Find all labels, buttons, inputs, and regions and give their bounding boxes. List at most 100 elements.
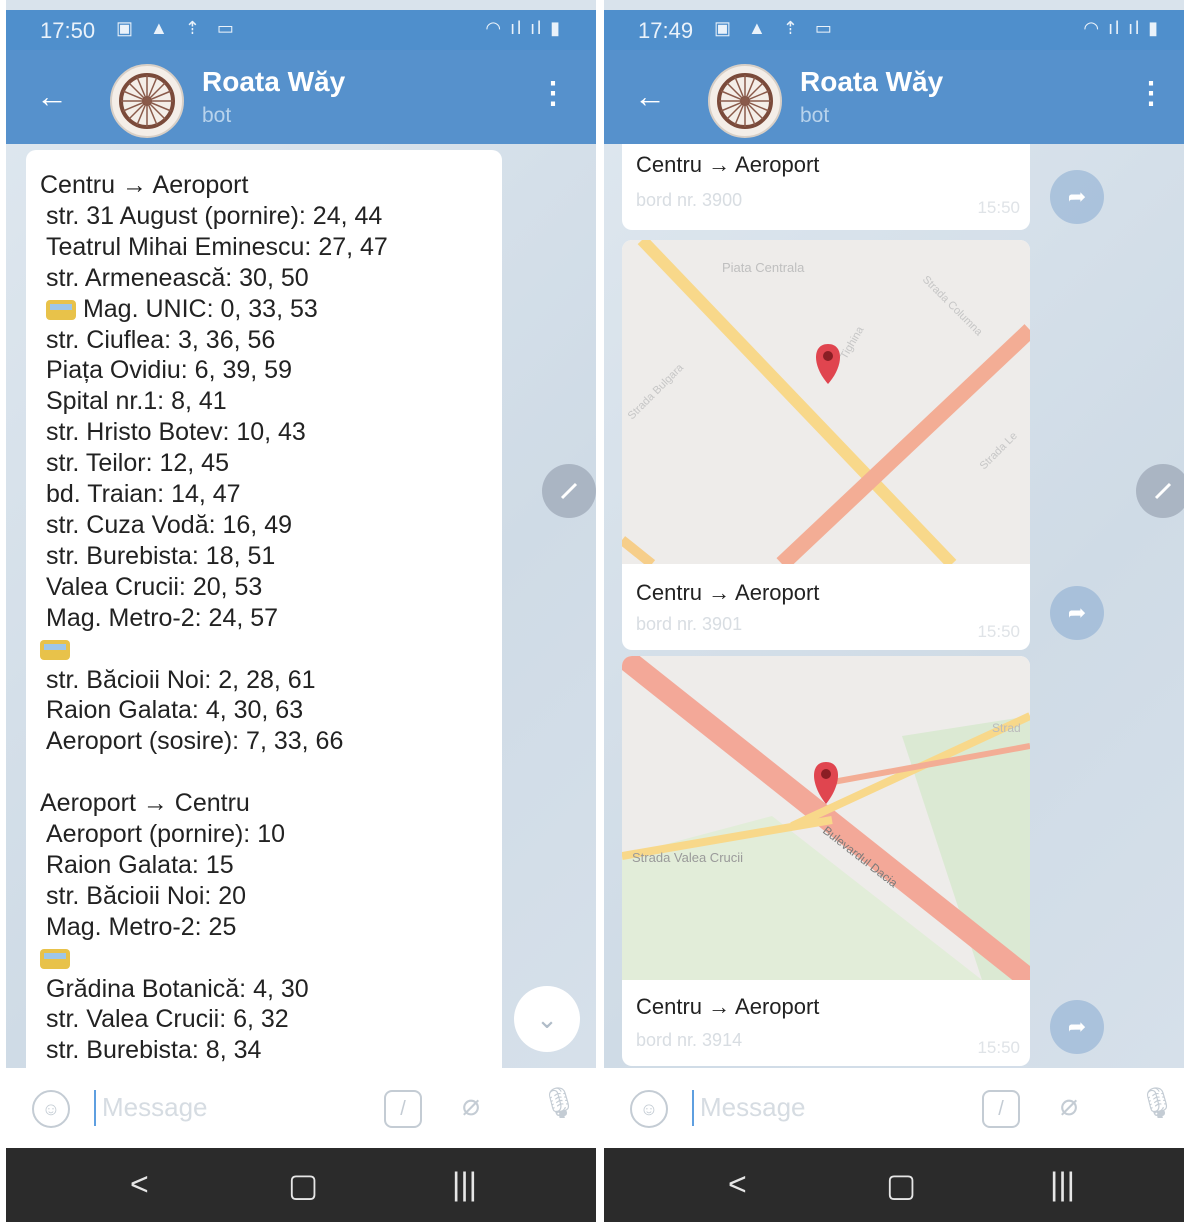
pencil-icon[interactable] — [1136, 464, 1184, 518]
message-line-text: Aeroport → Centru — [40, 789, 250, 818]
slash-command-icon[interactable]: / — [982, 1090, 1020, 1128]
text-cursor — [94, 1090, 96, 1126]
card-time: 15:50 — [977, 198, 1020, 217]
chat-area[interactable]: Centru → Aeroport str. 31 August (pornire… — [6, 144, 596, 1068]
message-line: str. Teilor: 12, 45 — [40, 448, 388, 479]
message-bubble: Centru → Aeroport str. 31 August (pornire… — [26, 150, 502, 1068]
message-input[interactable]: Message — [700, 1092, 806, 1123]
left-phone-screen: 17:50 ▣ ▲ ⇡ ▭ ◠ ıl ıl ▮ ← Roata Wăy bot … — [6, 0, 596, 1222]
nav-recents-icon[interactable]: ||| — [452, 1166, 477, 1203]
message-line-text: Mag. UNIC: 0, 33, 53 — [76, 294, 318, 323]
status-bar: 17:49 ▣ ▲ ⇡ ▭ ◠ ıl ıl ▮ — [604, 10, 1184, 50]
more-vertical-icon[interactable]: ⋮ — [538, 74, 568, 114]
chat-title[interactable]: Roata Wăy — [202, 66, 345, 98]
avatar[interactable] — [708, 64, 782, 138]
message-line: Raion Galata: 4, 30, 63 — [40, 695, 388, 726]
map-view[interactable]: Strada Valea Crucii Bulevardul Dacia Str… — [622, 656, 1030, 980]
message-line-text: bd. Traian: 14, 47 — [46, 480, 241, 509]
more-vertical-icon[interactable]: ⋮ — [1136, 74, 1166, 114]
map-label: Strada Valea Crucii — [632, 850, 743, 865]
location-card[interactable]: Piata Centrala Strada Columna Strada Bul… — [622, 240, 1030, 650]
message-line-text: Mag. Metro-2: 24, 57 — [46, 603, 279, 632]
message-input-bar: ☺ Message / ⌀ 🎙︎ — [6, 1068, 596, 1148]
message-line-text: str. Armenească: 30, 50 — [46, 263, 309, 292]
card-meta: bord nr. 3900 — [636, 190, 743, 210]
message-line — [40, 757, 388, 788]
message-line: Teatrul Mihai Eminescu: 27, 47 — [40, 232, 388, 263]
smile-icon[interactable]: ☺ — [32, 1090, 70, 1128]
smile-icon[interactable]: ☺ — [630, 1090, 668, 1128]
wheel-icon — [717, 73, 773, 129]
message-line: str. Burebista: 8, 34 — [40, 1035, 388, 1066]
message-input-bar: ☺ Message / ⌀ 🎙︎ — [604, 1068, 1184, 1148]
nav-home-icon[interactable]: ▢ — [886, 1166, 916, 1204]
message-line: Aeroport → Centru — [40, 788, 388, 819]
chat-header: ← Roata Wăy bot ⋮ — [6, 50, 596, 144]
message-line: Mag. Metro-2: 25 — [40, 912, 388, 943]
microphone-icon[interactable]: 🎙︎ — [540, 1086, 578, 1121]
message-line-text: Raion Galata: 4, 30, 63 — [46, 696, 304, 725]
message-line: Spital nr.1: 8, 41 — [40, 386, 388, 417]
share-icon[interactable]: ➦ — [1050, 170, 1104, 224]
message-line: Aeroport (sosire): 7, 33, 66 — [40, 726, 388, 757]
system-nav-bar: < ▢ ||| — [604, 1148, 1184, 1222]
message-line-text: Piața Ovidiu: 6, 39, 59 — [46, 356, 292, 385]
notification-icons: ▣ ▲ ⇡ ▭ — [116, 18, 240, 38]
message-line: Centru → Aeroport — [40, 170, 388, 201]
message-line-text: Grădina Botanică: 4, 30 — [46, 974, 309, 1003]
pencil-icon[interactable] — [542, 464, 596, 518]
chevron-down-icon[interactable]: ⌄ — [514, 986, 580, 1052]
slash-command-icon[interactable]: / — [384, 1090, 422, 1128]
bus-emoji-icon — [40, 639, 70, 660]
share-icon[interactable]: ➦ — [1050, 1000, 1104, 1054]
message-line: str. Armenească: 30, 50 — [40, 263, 388, 294]
location-card[interactable]: Centru → Aeroport bord nr. 3900 15:50 — [622, 144, 1030, 230]
message-line-text: Teatrul Mihai Eminescu: 27, 47 — [46, 232, 388, 261]
nav-recents-icon[interactable]: ||| — [1050, 1166, 1075, 1203]
microphone-icon[interactable]: 🎙︎ — [1138, 1086, 1176, 1121]
map-label: Piata Centrala — [722, 260, 805, 275]
card-title: Centru → Aeroport — [636, 580, 820, 605]
arrow-left-icon[interactable]: ← — [634, 76, 666, 116]
message-line-text: Raion Galata: 15 — [46, 850, 234, 879]
message-input[interactable]: Message — [102, 1092, 208, 1123]
chat-title[interactable]: Roata Wăy — [800, 66, 943, 98]
message-line-text: str. Băcioii Noi: 2, 28, 61 — [46, 665, 316, 694]
map-label: Strad — [992, 721, 1021, 735]
nav-back-icon[interactable]: < — [728, 1166, 747, 1203]
card-title: Centru → Aeroport — [636, 152, 820, 177]
chat-area[interactable]: Centru → Aeroport bord nr. 3900 15:50 ➦ … — [604, 144, 1184, 1068]
map-view[interactable]: Piata Centrala Strada Columna Strada Bul… — [622, 240, 1030, 564]
avatar[interactable] — [110, 64, 184, 138]
chat-subtitle: bot — [202, 104, 232, 127]
card-time: 15:50 — [977, 622, 1020, 641]
message-line: Grădina Botanică: 4, 30 — [40, 974, 388, 1005]
message-line-text: str. Burebista: 18, 51 — [46, 541, 276, 570]
message-text: Centru → Aeroport str. 31 August (pornire… — [40, 170, 388, 1066]
nav-back-icon[interactable]: < — [130, 1166, 149, 1203]
nav-home-icon[interactable]: ▢ — [288, 1166, 318, 1204]
card-time: 15:50 — [977, 1038, 1020, 1057]
chat-subtitle: bot — [800, 104, 830, 127]
location-card[interactable]: Strada Valea Crucii Bulevardul Dacia Str… — [622, 656, 1030, 1066]
message-line-text: str. Cuza Vodă: 16, 49 — [46, 510, 292, 539]
paperclip-icon[interactable]: ⌀ — [462, 1088, 480, 1123]
message-line-text: Mag. Metro-2: 25 — [46, 912, 237, 941]
message-line-text: str. Burebista: 8, 34 — [46, 1036, 262, 1065]
message-line-text: Centru → Aeroport — [40, 171, 249, 199]
bus-emoji-icon — [46, 300, 76, 321]
message-line: Piața Ovidiu: 6, 39, 59 — [40, 355, 388, 386]
message-line — [40, 634, 388, 665]
text-cursor — [692, 1090, 694, 1126]
message-line: str. Băcioii Noi: 20 — [40, 881, 388, 912]
share-icon[interactable]: ➦ — [1050, 586, 1104, 640]
status-time: 17:49 — [638, 18, 694, 43]
chat-header: ← Roata Wăy bot ⋮ — [604, 50, 1184, 144]
paperclip-icon[interactable]: ⌀ — [1060, 1088, 1078, 1123]
card-meta: bord nr. 3914 — [636, 1030, 743, 1050]
message-line-text: str. Teilor: 12, 45 — [46, 449, 229, 478]
message-line: bd. Traian: 14, 47 — [40, 479, 388, 510]
signal-battery-icons: ◠ ıl ıl ▮ — [485, 18, 562, 38]
arrow-left-icon[interactable]: ← — [36, 76, 68, 116]
message-line: str. Hristo Botev: 10, 43 — [40, 417, 388, 448]
